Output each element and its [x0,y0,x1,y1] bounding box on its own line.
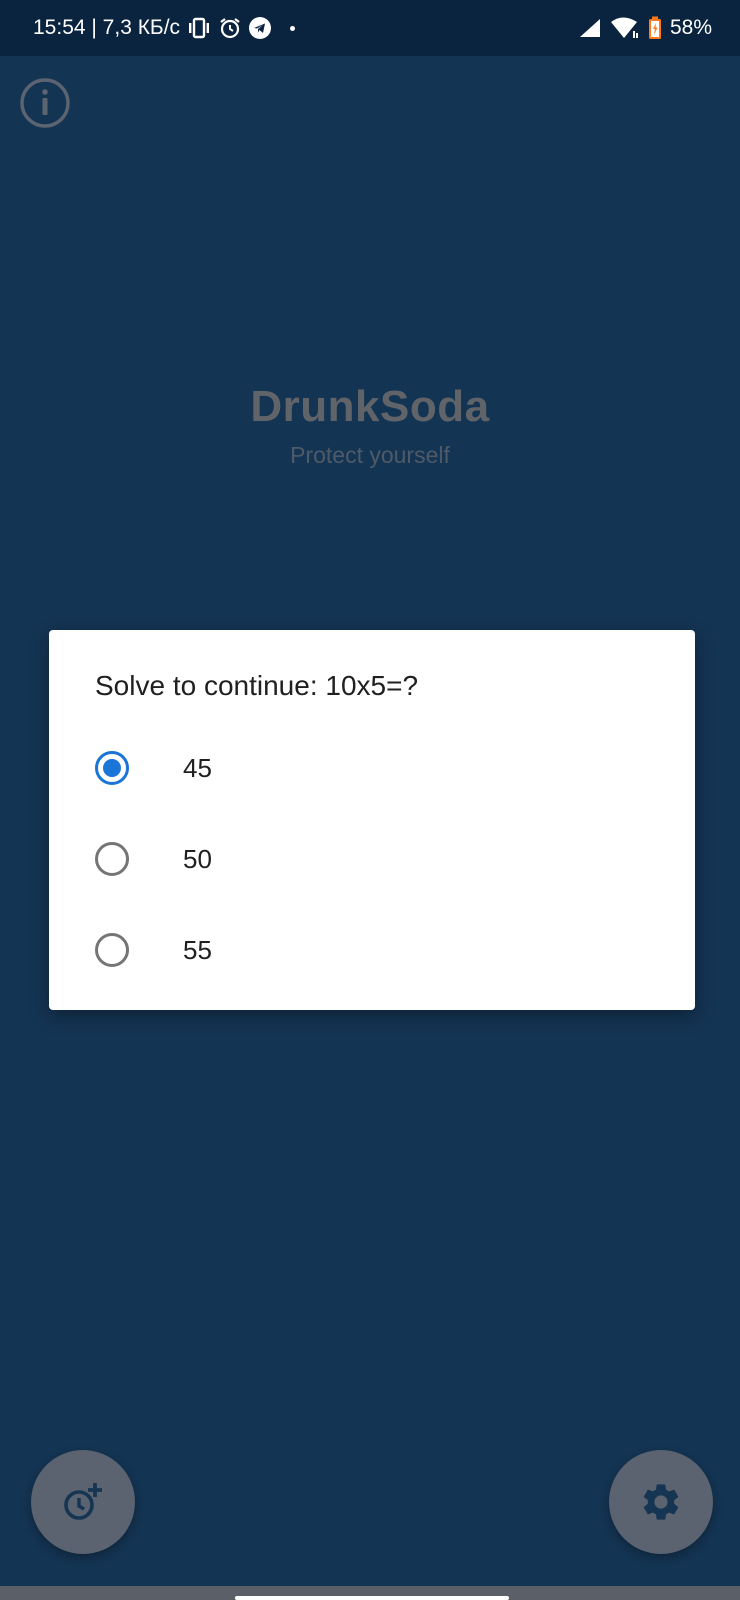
settings-button[interactable] [609,1450,713,1554]
option-50[interactable]: 50 [95,824,655,894]
alarm-icon [218,16,242,40]
radio-button-checked[interactable] [95,751,129,785]
vibrate-icon [186,17,212,39]
add-alarm-icon [64,1483,102,1520]
option-label: 55 [183,934,212,965]
status-bar: 15:54 | 7,3 КБ/с 58% [0,0,740,56]
quiz-dialog: Solve to continue: 10x5=? 45 50 55 [49,630,695,1010]
dialog-title: Solve to continue: 10x5=? [95,670,419,701]
wifi-icon [610,16,640,40]
status-time-speed: 15:54 | 7,3 КБ/с [33,16,181,39]
status-bar-left: 15:54 | 7,3 КБ/с [33,0,296,56]
option-label: 50 [183,843,212,874]
radio-button[interactable] [95,842,129,876]
gear-icon [643,1484,679,1520]
option-45[interactable]: 45 [95,733,655,803]
battery-icon [648,16,662,40]
status-bar-right: 58% [578,0,712,56]
option-55[interactable]: 55 [95,915,655,985]
gesture-handle[interactable] [235,1596,509,1600]
info-button[interactable] [19,77,71,129]
option-label: 45 [183,752,212,783]
telegram-icon [248,16,272,40]
notification-dot [290,25,296,31]
screen: 15:54 | 7,3 КБ/с 58% DrunkSoda Protect y… [0,0,740,1600]
brand: DrunkSoda Protect yourself [0,382,740,469]
info-icon [20,78,70,128]
app-title: DrunkSoda [250,382,490,431]
app-subtitle: Protect yourself [290,442,450,468]
add-timer-button[interactable] [31,1450,135,1554]
battery-percent: 58% [669,16,712,39]
signal-icon [578,17,602,39]
radio-button[interactable] [95,933,129,967]
